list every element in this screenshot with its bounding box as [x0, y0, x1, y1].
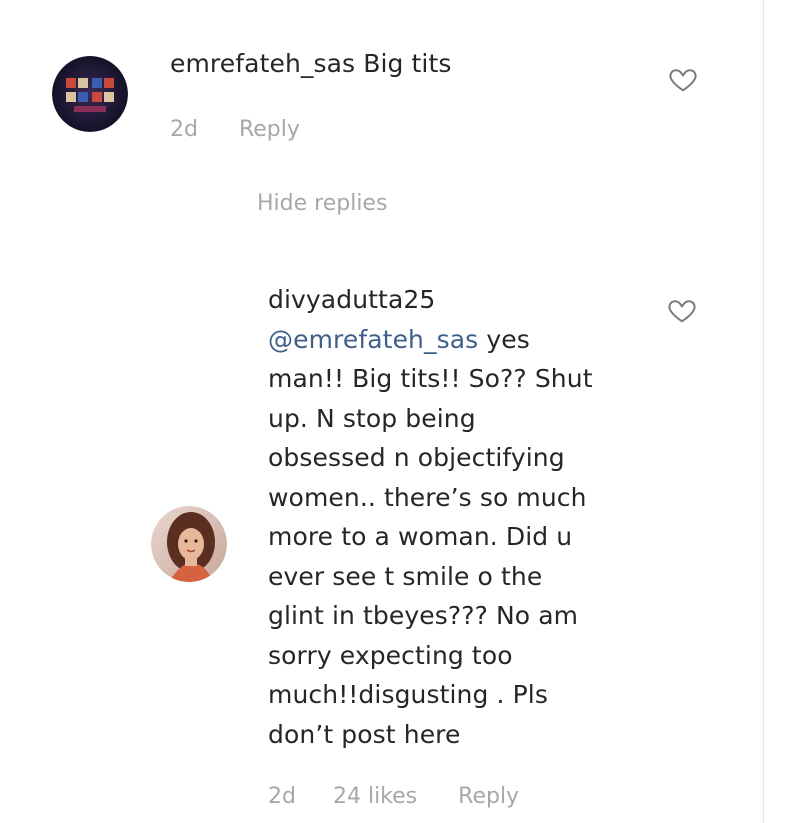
reply-like-heart-icon[interactable] [667, 295, 697, 325]
comment-time[interactable]: 2d [170, 117, 198, 142]
reply-time[interactable]: 2d [268, 784, 296, 809]
reply-text-line: don’t post here [268, 719, 461, 749]
hide-replies-button[interactable]: Hide replies [257, 191, 387, 216]
reply-reply-button[interactable]: Reply [458, 784, 519, 809]
reply-text-line: yes [486, 324, 530, 354]
reply-text-line: obsessed n objectifying [268, 443, 565, 472]
reply-username[interactable]: divyadutta25 [268, 280, 648, 320]
reply-avatar[interactable] [151, 506, 227, 582]
reply-mention-link[interactable]: @emrefateh_sas [268, 325, 478, 354]
reply-line-1: @emrefateh_sas yes [268, 320, 648, 360]
woman-portrait-avatar-icon [151, 506, 227, 582]
reply-text-line: ever see t smile o the [268, 561, 543, 591]
reply-text-line: women.. there’s so much [268, 482, 587, 512]
reply-body: divyadutta25 @emrefateh_sas yes man!! Bi… [268, 280, 648, 754]
comment-username[interactable]: emrefateh_sas [170, 49, 355, 78]
comment-reply-button[interactable]: Reply [239, 117, 300, 142]
comment-meta: 2d Reply [170, 117, 300, 142]
comment-like-heart-icon[interactable] [668, 64, 698, 94]
team-badge-avatar-icon [52, 56, 128, 132]
comment-avatar[interactable] [52, 56, 128, 132]
reply-meta: 2d 24 likes Reply [268, 784, 519, 809]
reply-text-line: up. N stop being [268, 403, 476, 433]
comment-text: Big tits [363, 49, 452, 78]
reply-text-line: much!!disgusting . Pls [268, 680, 548, 709]
comment-body: emrefateh_sas Big tits [170, 44, 452, 84]
right-divider [763, 0, 764, 823]
reply-text-line: sorry expecting too [268, 640, 513, 670]
reply-text-line: more to a woman. Did u [268, 522, 573, 551]
reply-text-line: glint in tbeyes??? No am [268, 601, 579, 630]
reply-likes-count[interactable]: 24 likes [333, 784, 417, 809]
reply-text-line: man!! Big tits!! So?? Shut [268, 364, 593, 393]
